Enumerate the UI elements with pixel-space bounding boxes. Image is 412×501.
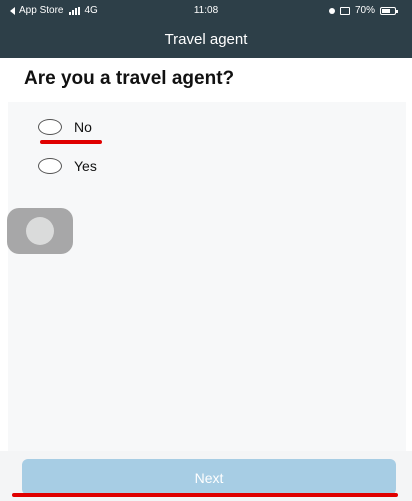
options-panel bbox=[8, 102, 406, 459]
battery-icon bbox=[380, 6, 398, 15]
annotation-underline-no bbox=[40, 140, 102, 144]
question-heading: Are you a travel agent? bbox=[24, 68, 235, 89]
option-no[interactable]: No bbox=[38, 119, 92, 135]
battery-tip bbox=[396, 9, 398, 13]
radio-no[interactable] bbox=[38, 119, 62, 135]
nav-bar: Travel agent bbox=[0, 22, 412, 58]
battery-percent: 70% bbox=[354, 5, 375, 16]
option-no-label[interactable]: No bbox=[74, 119, 92, 135]
option-yes-label[interactable]: Yes bbox=[74, 158, 97, 174]
option-yes[interactable]: Yes bbox=[38, 158, 97, 174]
assistive-touch-button[interactable] bbox=[7, 208, 73, 254]
radio-yes[interactable] bbox=[38, 158, 62, 174]
screen-mirroring-icon bbox=[339, 6, 350, 15]
page-title: Travel agent bbox=[164, 31, 248, 48]
annotation-underline-next bbox=[12, 493, 398, 497]
status-bar: App Store 4G 11:08 70% bbox=[0, 0, 412, 22]
screen: App Store 4G 11:08 70% Travel agent Are … bbox=[0, 0, 412, 501]
battery-fill bbox=[382, 8, 390, 13]
assistive-touch-circle-icon bbox=[26, 217, 54, 245]
orientation-lock-icon bbox=[328, 7, 335, 14]
next-button[interactable]: Next bbox=[22, 459, 396, 495]
status-right: 70% bbox=[328, 5, 398, 16]
